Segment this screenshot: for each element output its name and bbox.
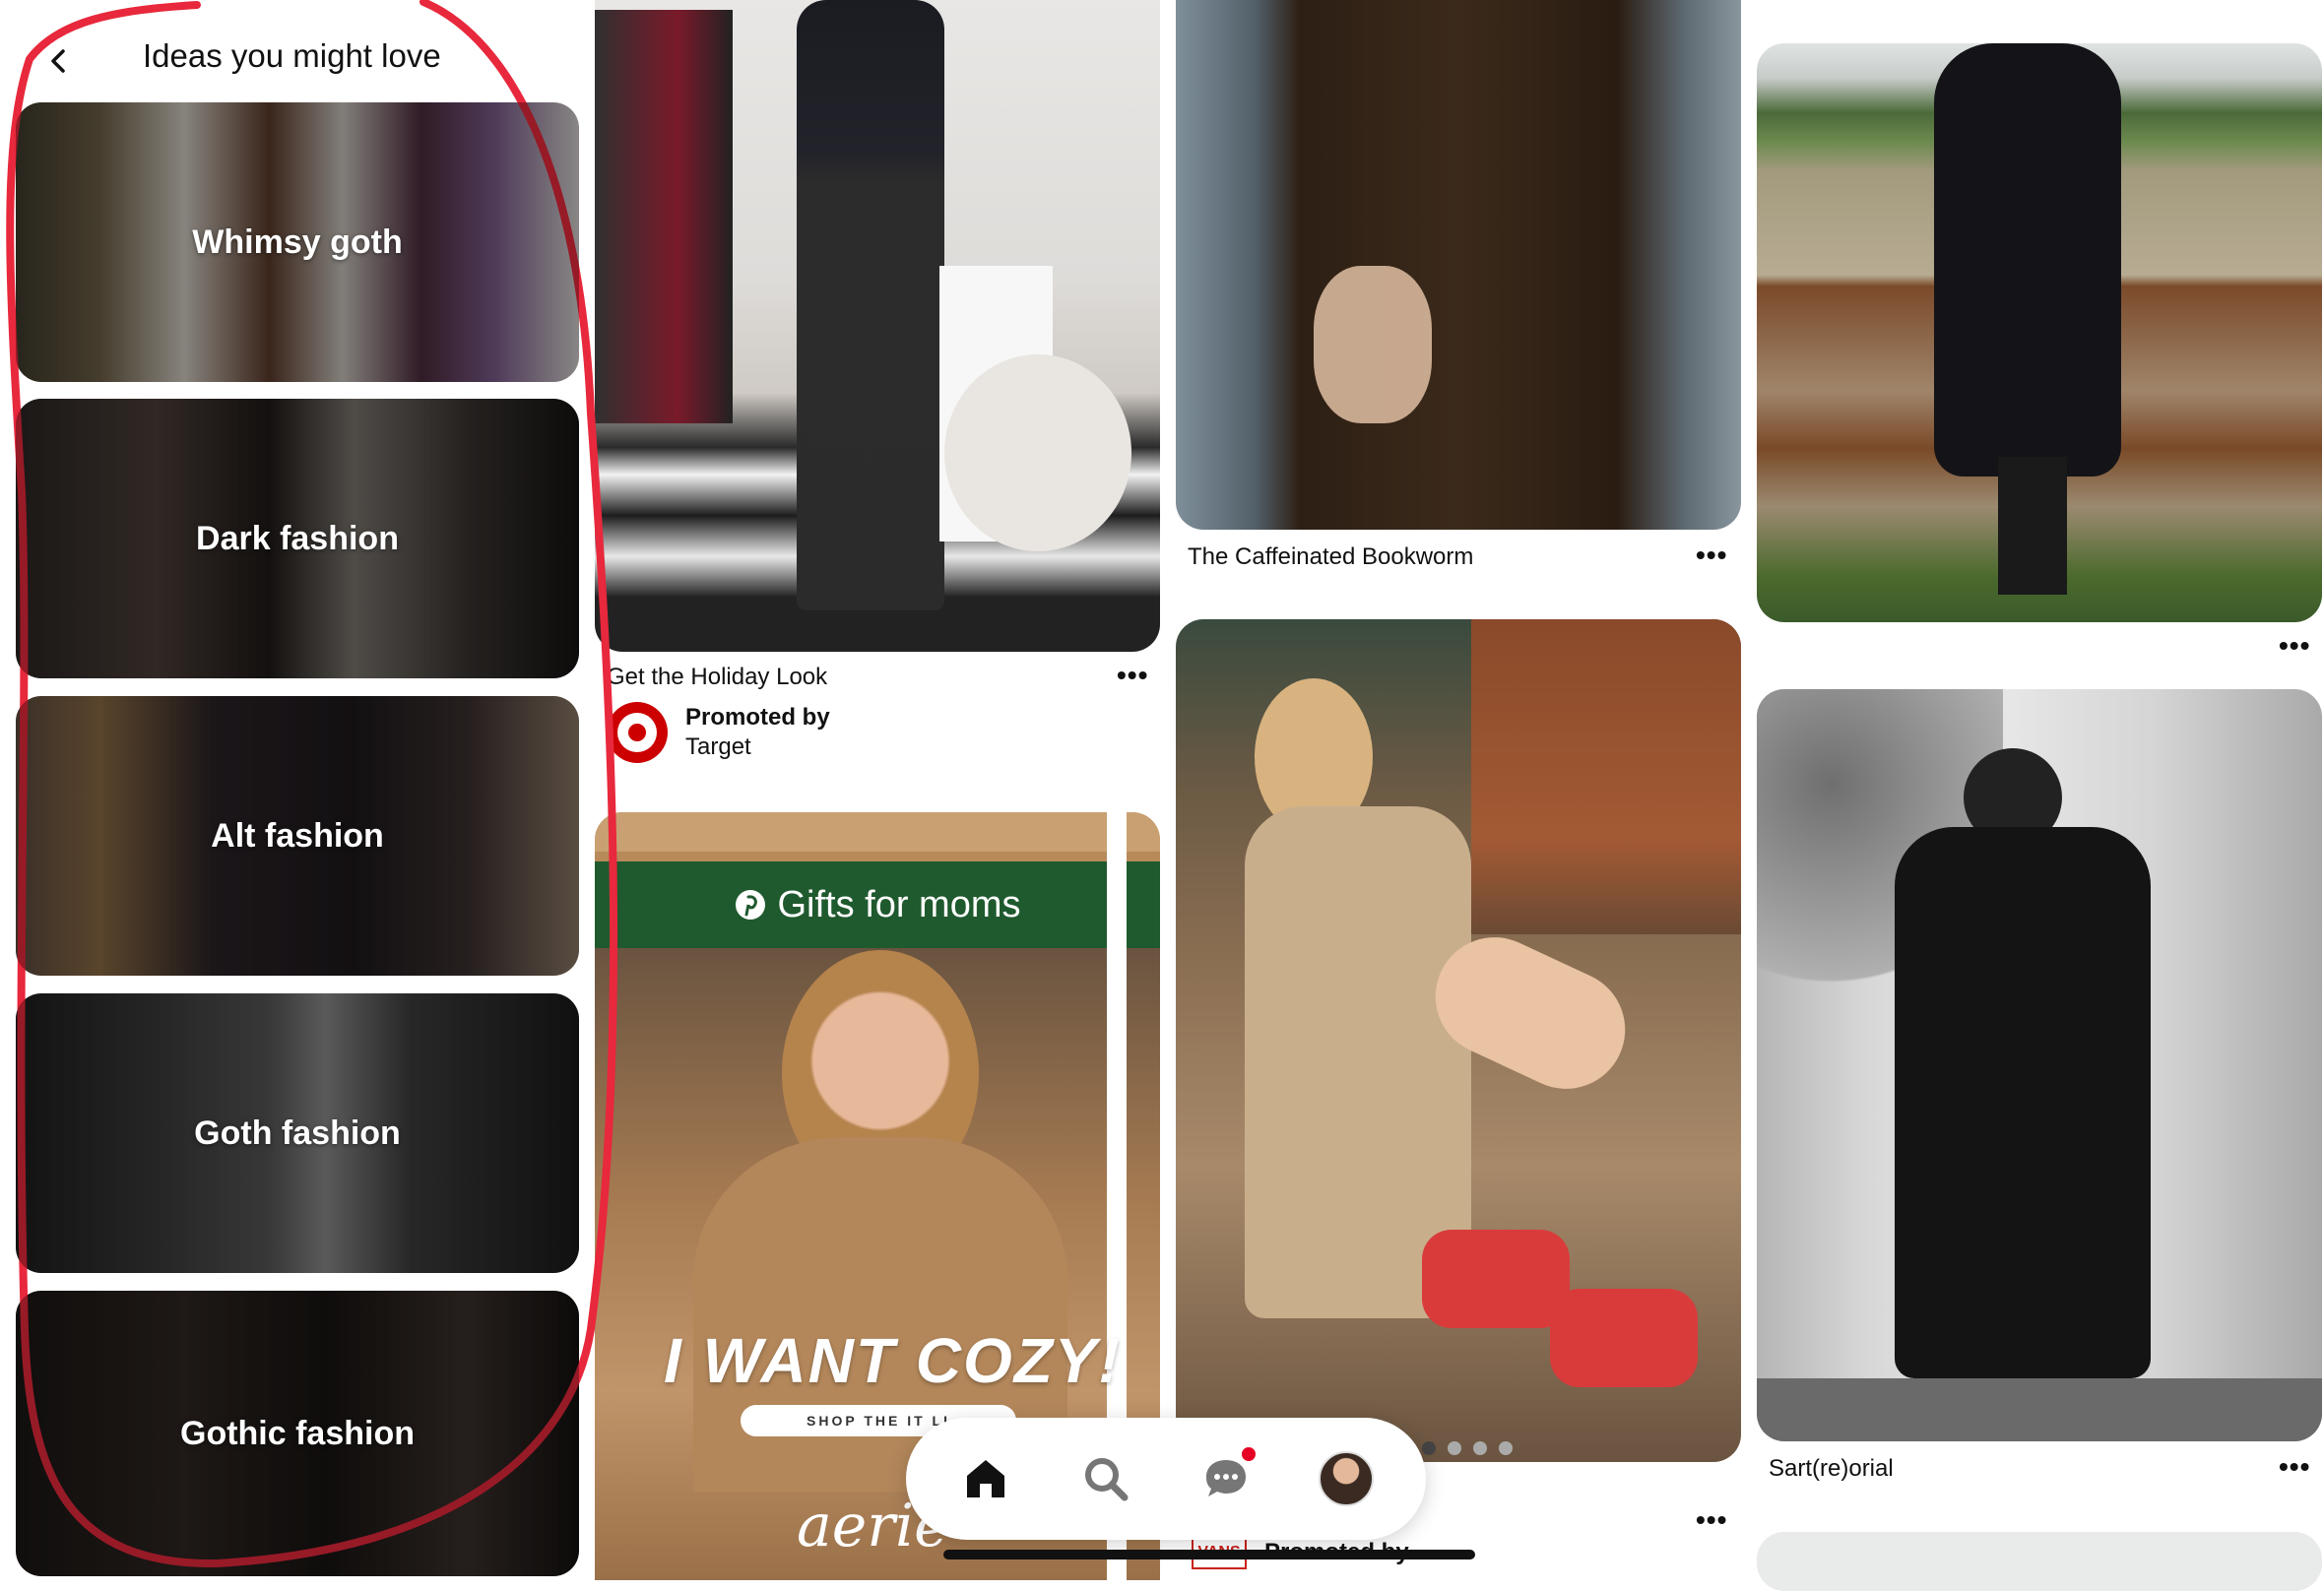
home-indicator[interactable] xyxy=(943,1550,1475,1559)
home-button[interactable] xyxy=(946,1439,1025,1518)
idea-card-label: Whimsy goth xyxy=(192,223,403,261)
more-options-button[interactable]: ••• xyxy=(1117,660,1148,691)
idea-card-goth-fashion[interactable]: Goth fashion xyxy=(16,993,579,1273)
idea-card-label: Dark fashion xyxy=(196,519,399,557)
ideas-title: Ideas you might love xyxy=(143,37,441,74)
carousel-dot xyxy=(1499,1441,1513,1455)
pin-image-field-fence[interactable] xyxy=(1757,43,2322,622)
messages-icon xyxy=(1206,1460,1246,1496)
more-options-button[interactable]: ••• xyxy=(2279,630,2310,662)
idea-card-whimsy-goth[interactable]: Whimsy goth xyxy=(16,102,579,382)
back-button[interactable] xyxy=(18,20,100,102)
more-options-button[interactable]: ••• xyxy=(1696,1504,1727,1536)
pin-image-velvet-dress[interactable] xyxy=(1176,0,1741,530)
more-options-button[interactable]: ••• xyxy=(2279,1451,2310,1483)
gifts-headline: Gifts for moms xyxy=(777,883,1021,925)
pin-image-next[interactable] xyxy=(1757,1532,2322,1591)
idea-card-dark-fashion[interactable]: Dark fashion xyxy=(16,399,579,678)
pin-title: The Caffeinated Bookworm xyxy=(1188,543,1474,570)
avatar xyxy=(1319,1451,1374,1506)
ideas-header: Ideas you might love xyxy=(0,0,581,108)
idea-card-gothic-fashion[interactable]: Gothic fashion xyxy=(16,1291,579,1576)
pin-image-trench-coat[interactable] xyxy=(1176,619,1741,1462)
idea-card-alt-fashion[interactable]: Alt fashion xyxy=(16,696,579,976)
carousel-dot xyxy=(1448,1441,1461,1455)
profile-button[interactable] xyxy=(1307,1439,1386,1518)
carousel-dot xyxy=(1473,1441,1487,1455)
chevron-left-icon xyxy=(51,49,65,73)
shop-cta[interactable]: SHOP THE IT LI xyxy=(807,1413,950,1429)
home-icon xyxy=(967,1460,1004,1497)
promoted-label: Promoted by xyxy=(685,704,830,731)
carousel-dot xyxy=(1422,1441,1436,1455)
pin-image-black-coat[interactable] xyxy=(1757,689,2322,1441)
more-options-button[interactable]: ••• xyxy=(1696,540,1727,571)
pinterest-icon xyxy=(736,890,766,920)
promoted-by-row[interactable]: Promoted by Target xyxy=(607,702,830,763)
cozy-tagline: I WANT COZY! xyxy=(664,1325,1122,1396)
search-button[interactable] xyxy=(1066,1439,1145,1518)
target-logo-icon xyxy=(607,702,668,763)
idea-card-label: Gothic fashion xyxy=(180,1414,415,1452)
bottom-navigation xyxy=(906,1418,1426,1540)
advertiser-name: Target xyxy=(685,733,751,760)
pin-title: Sart(re)orial xyxy=(1769,1455,1894,1482)
notification-dot xyxy=(1242,1447,1256,1461)
pin-title: Get the Holiday Look xyxy=(607,664,828,690)
idea-card-label: Goth fashion xyxy=(194,1114,401,1152)
messages-button[interactable] xyxy=(1187,1439,1265,1518)
search-icon xyxy=(1085,1458,1129,1501)
pin-image-holiday-look[interactable] xyxy=(595,0,1160,652)
idea-card-label: Alt fashion xyxy=(211,816,384,855)
